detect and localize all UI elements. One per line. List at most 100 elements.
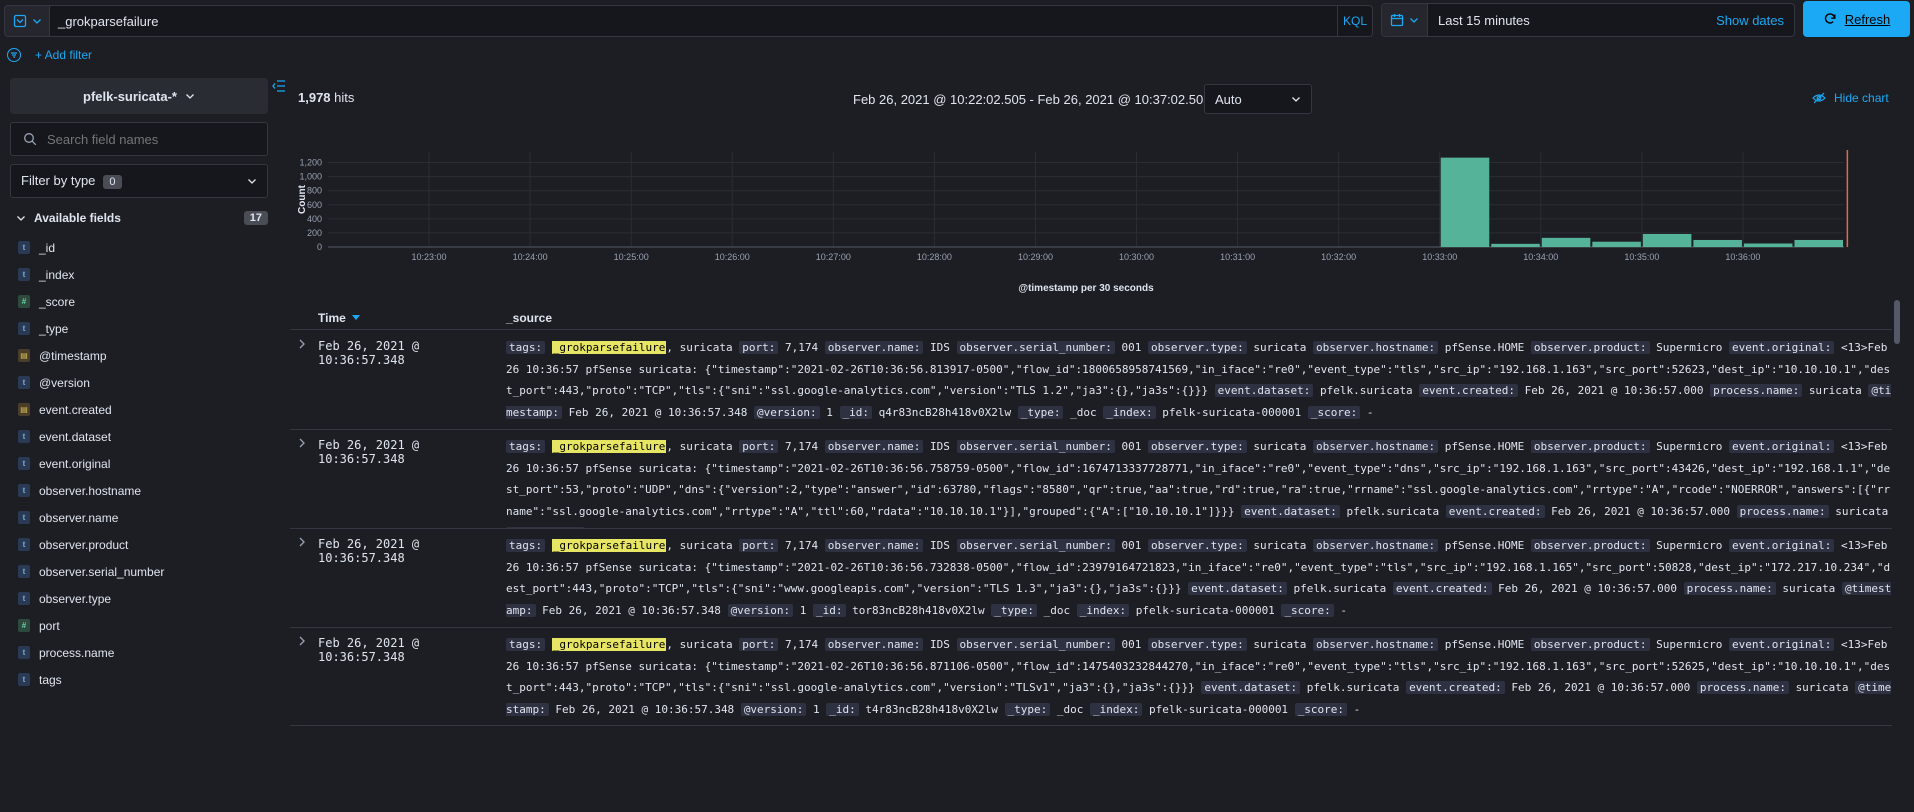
expand-row-icon[interactable] (290, 634, 318, 725)
scrollbar[interactable] (1894, 300, 1900, 344)
histogram-bar[interactable] (1693, 239, 1742, 247)
field-item[interactable]: t process.name (10, 639, 268, 666)
field-item[interactable]: t _index (10, 261, 268, 288)
filter-by-type-label: Filter by type (21, 173, 96, 188)
interval-select[interactable]: Auto (1204, 84, 1312, 114)
expand-row-icon[interactable] (290, 436, 318, 528)
source-field-key: observer.type: (1148, 341, 1247, 354)
add-filter-link[interactable]: + Add filter (35, 48, 92, 62)
filter-menu-icon[interactable] (7, 48, 21, 62)
source-field-key: event.created: (1406, 681, 1505, 695)
histogram-bar[interactable] (1794, 239, 1843, 247)
y-tick-label: 1,200 (299, 158, 322, 168)
eye-closed-icon (1812, 92, 1826, 104)
field-item[interactable]: t event.dataset (10, 423, 268, 450)
hits-number: 1,978 (298, 90, 331, 105)
source-field-key: event.original: (1728, 440, 1835, 453)
field-item[interactable]: t tags (10, 666, 268, 693)
expand-row-icon[interactable] (290, 337, 318, 429)
source-field-key: observer.product: (1530, 440, 1650, 453)
source-field-value: 001 (1121, 638, 1142, 651)
histogram-bar[interactable] (1541, 237, 1591, 247)
field-item[interactable]: # _score (10, 288, 268, 315)
quick-select-button[interactable] (1382, 4, 1428, 36)
chevron-down-icon (1292, 97, 1300, 102)
save-query-icon (13, 14, 26, 28)
kql-language-toggle[interactable]: KQL (1338, 5, 1373, 37)
show-dates-link[interactable]: Show dates (1716, 13, 1784, 28)
string-field-icon: t (18, 592, 30, 605)
source-field-key: tags: (506, 539, 546, 552)
source-field-value: pfelk-suricata-000001 (1135, 604, 1275, 618)
field-item[interactable]: t observer.product (10, 531, 268, 558)
source-field-value: Feb 26, 2021 @ 10:36:57.000 (1551, 505, 1730, 519)
source-field-value: t4r83ncB28h418v0X2lw (865, 703, 998, 717)
string-field-icon: t (18, 457, 30, 470)
filter-by-type-button[interactable]: Filter by type 0 (10, 164, 268, 198)
query-bar: _grokparsefailure KQL Last 15 minutes Sh… (0, 0, 1914, 40)
field-item[interactable]: t _id (10, 234, 268, 261)
time-column-header[interactable]: Time (318, 311, 506, 325)
available-fields-label: Available fields (34, 211, 121, 225)
source-field-key: _type: (1017, 406, 1064, 420)
source-field-key: tags: (506, 638, 546, 651)
y-tick-label: 600 (307, 200, 322, 210)
field-name: event.created (39, 402, 112, 417)
date-field-icon: ▤ (18, 403, 30, 416)
source-field-value: Supermicro (1656, 539, 1723, 552)
source-field-key: event.dataset: (1188, 582, 1287, 596)
source-field-value: suricata (1835, 505, 1889, 519)
expand-row-icon[interactable] (290, 535, 318, 627)
highlighted-match: _grokparsefailure (551, 440, 667, 453)
source-field-value: Supermicro (1656, 638, 1723, 651)
source-field-key: _type: (991, 604, 1037, 618)
field-item[interactable]: t event.original (10, 450, 268, 477)
number-field-icon: # (18, 619, 30, 632)
x-tick-label: 10:29:00 (1018, 252, 1053, 262)
field-item[interactable]: t observer.serial_number (10, 558, 268, 585)
field-item[interactable]: t observer.hostname (10, 477, 268, 504)
field-item[interactable]: # port (10, 612, 268, 639)
x-tick-label: 10:26:00 (715, 252, 750, 262)
refresh-button[interactable]: Refresh (1803, 1, 1910, 37)
search-field-names-input[interactable] (47, 131, 247, 147)
source-field-key: event.dataset: (1241, 505, 1340, 519)
source-field-key: observer.serial_number: (956, 440, 1115, 453)
highlighted-match: _grokparsefailure (551, 539, 667, 552)
source-field-value: pfelk-suricata-000001 (1148, 703, 1289, 717)
histogram-bar[interactable] (1642, 233, 1692, 247)
field-name: process.name (39, 645, 115, 660)
source-field-key: process.name: (1683, 582, 1776, 596)
query-menu-button[interactable] (4, 5, 50, 37)
y-axis-title: Count (297, 184, 308, 214)
source-field-value: , suricata (666, 638, 733, 651)
filter-count-badge: 0 (103, 175, 122, 189)
source-field-key: _index: (1090, 703, 1143, 717)
collapse-sidebar-icon[interactable] (272, 80, 286, 95)
histogram-bar[interactable] (1592, 241, 1641, 247)
source-field-value: suricata (1782, 582, 1836, 596)
field-item[interactable]: ▤ event.created (10, 396, 268, 423)
field-item[interactable]: t observer.name (10, 504, 268, 531)
source-field-value: pfelk.suricata (1346, 505, 1440, 519)
search-query-input[interactable]: _grokparsefailure (50, 5, 1338, 37)
field-item[interactable]: t _type (10, 315, 268, 342)
histogram-bar[interactable] (1491, 243, 1540, 247)
histogram-bar[interactable] (1440, 157, 1490, 247)
source-field-key: port: (739, 638, 779, 651)
source-field-value: Feb 26, 2021 @ 10:36:57.000 (1498, 582, 1677, 596)
hide-chart-button[interactable]: Hide chart (1812, 91, 1889, 105)
row-time: Feb 26, 2021 @ 10:36:57.348 (318, 339, 420, 367)
source-field-key: _score: (1294, 703, 1348, 717)
field-item[interactable]: t @version (10, 369, 268, 396)
source-field-key: tags: (506, 341, 546, 354)
field-item[interactable]: ▤ @timestamp (10, 342, 268, 369)
source-field-value: q4r83ncB28h418v0X2lw (878, 406, 1012, 420)
index-pattern-selector[interactable]: pfelk-suricata-* (10, 78, 268, 114)
string-field-icon: t (18, 538, 30, 551)
field-item[interactable]: t observer.type (10, 585, 268, 612)
histogram-bar[interactable] (1743, 243, 1793, 247)
available-fields-header[interactable]: Available fields 17 (10, 208, 268, 228)
table-row: Feb 26, 2021 @ 10:36:57.348 tags: _grokpa… (290, 331, 1892, 430)
row-source: tags: _grokparsefailure, suricata port: … (506, 337, 1892, 429)
